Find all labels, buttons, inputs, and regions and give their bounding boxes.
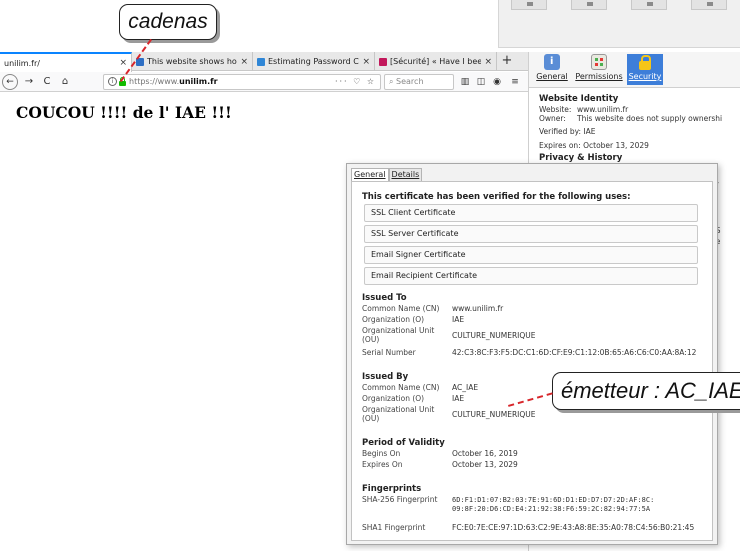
tab-cert-details[interactable]: Details bbox=[388, 168, 423, 181]
info-icon bbox=[544, 54, 560, 70]
privacy-history-title: Privacy & History bbox=[539, 153, 623, 163]
validity-title: Period of Validity bbox=[362, 438, 445, 448]
owner-label: Owner: bbox=[539, 114, 566, 123]
verified-by: Verified by: IAE bbox=[539, 127, 596, 136]
issued-to-cn: www.unilim.fr bbox=[452, 304, 504, 313]
tab-security[interactable]: Security bbox=[627, 54, 663, 85]
issued-by-title: Issued By bbox=[362, 372, 409, 382]
close-icon[interactable]: × bbox=[362, 57, 370, 67]
background-window bbox=[498, 0, 740, 48]
search-placeholder: Search bbox=[396, 77, 424, 86]
close-icon[interactable]: × bbox=[119, 58, 127, 68]
website-value: www.unilim.fr bbox=[577, 105, 629, 114]
expires-on: October 13, 2029 bbox=[452, 460, 518, 469]
field-label: Begins On bbox=[362, 449, 401, 458]
background-button bbox=[631, 0, 667, 10]
owner-value: This website does not supply ownershi bbox=[577, 114, 723, 123]
issuer-callout: émetteur : AC_IAE bbox=[552, 372, 740, 410]
issuer-ou: CULTURE_NUMERIQUE bbox=[452, 410, 536, 419]
website-label: Website: bbox=[539, 105, 572, 114]
tab-general[interactable]: General bbox=[535, 54, 569, 85]
back-button[interactable]: ← bbox=[2, 74, 18, 90]
tab-unilim[interactable]: unilim.fr/ × bbox=[0, 52, 132, 72]
field-label: Expires On bbox=[362, 460, 403, 469]
certificate-viewer-dialog: General Details This certificate has bee… bbox=[346, 163, 718, 545]
usage-ssl-server: SSL Server Certificate bbox=[364, 225, 698, 243]
close-icon[interactable]: × bbox=[484, 57, 492, 67]
background-button bbox=[511, 0, 547, 10]
lock-icon bbox=[637, 54, 653, 70]
verified-uses-title: This certificate has been verified for t… bbox=[362, 192, 631, 202]
close-icon[interactable]: × bbox=[240, 57, 248, 67]
issued-to-org: IAE bbox=[452, 315, 465, 324]
page-actions-icons[interactable]: ··· ♡ ☆ bbox=[335, 75, 376, 89]
field-label: Organizational Unit (OU) bbox=[362, 405, 435, 423]
tab-label: Details bbox=[391, 170, 420, 179]
tab-bar: unilim.fr/ × This website shows how × Es… bbox=[0, 52, 528, 72]
tab-label: General bbox=[536, 72, 568, 81]
background-button bbox=[571, 0, 607, 10]
tab-password-cracking[interactable]: Estimating Password Cra × bbox=[253, 52, 375, 71]
new-tab-button[interactable]: + bbox=[498, 52, 516, 71]
field-label: SHA1 Fingerprint bbox=[362, 523, 426, 532]
field-label: Organization (O) bbox=[362, 315, 425, 324]
background-button bbox=[691, 0, 727, 10]
tab-label: General bbox=[354, 170, 386, 179]
tab-label: unilim.fr/ bbox=[4, 58, 40, 68]
search-input[interactable]: ⌕ Search bbox=[384, 74, 454, 90]
issued-to-ou: CULTURE_NUMERIQUE bbox=[452, 331, 536, 340]
field-label: SHA-256 Fingerprint bbox=[362, 495, 438, 504]
page-heading: COUCOU !!!! de l' IAE !!! bbox=[16, 103, 232, 122]
usage-email-signer: Email Signer Certificate bbox=[364, 246, 698, 264]
url-bar[interactable]: i https://www.unilim.fr ··· ♡ ☆ bbox=[103, 74, 381, 90]
field-label: Common Name (CN) bbox=[362, 304, 440, 313]
website-row: Website: www.unilim.fr bbox=[539, 105, 628, 114]
check-icon bbox=[257, 57, 265, 66]
field-label: Common Name (CN) bbox=[362, 383, 440, 392]
field-label: Organizational Unit (OU) bbox=[362, 326, 435, 344]
tab-label: [Sécurité] « Have I been bbox=[390, 57, 482, 66]
serial-number: 42:C3:8C:F3:F5:DC:C1:6D:CF:E9:C1:12:0B:6… bbox=[452, 348, 697, 357]
tab-permissions[interactable]: Permissions bbox=[575, 54, 623, 85]
reload-button[interactable]: C bbox=[40, 74, 54, 90]
permissions-icon bbox=[591, 54, 607, 70]
tab-cert-general[interactable]: General bbox=[351, 168, 389, 181]
certificate-general-panel: This certificate has been verified for t… bbox=[351, 181, 713, 541]
fingerprints-title: Fingerprints bbox=[362, 484, 422, 494]
tab-label: Security bbox=[628, 72, 662, 81]
menu-icon[interactable]: ≡ bbox=[508, 74, 522, 90]
begins-on: October 16, 2019 bbox=[452, 449, 518, 458]
field-label: Serial Number bbox=[362, 348, 416, 357]
sha256-fingerprint: 6D:F1:D1:07:B2:03:7E:91:6D:D1:ED:D7:D7:2… bbox=[452, 496, 655, 513]
tab-label: Estimating Password Cra bbox=[268, 57, 360, 66]
tab-website-shows[interactable]: This website shows how × bbox=[132, 52, 253, 71]
expires-on: Expires on: October 13, 2029 bbox=[539, 141, 649, 150]
grid-icon bbox=[379, 57, 387, 66]
tab-have-i-been[interactable]: [Sécurité] « Have I been × bbox=[375, 52, 497, 71]
sha1-fingerprint: FC:E0:7E:CE:97:1D:63:C2:9E:43:A8:8E:35:A… bbox=[452, 523, 695, 532]
owner-row: Owner: This website does not supply owner… bbox=[539, 114, 722, 123]
page-info-tabs: General Permissions Security bbox=[529, 52, 740, 88]
lock-callout: cadenas bbox=[119, 4, 217, 40]
account-icon[interactable]: ◉ bbox=[490, 74, 504, 90]
field-label: Organization (O) bbox=[362, 394, 425, 403]
home-button[interactable]: ⌂ bbox=[58, 74, 72, 90]
info-icon[interactable]: i bbox=[108, 77, 117, 86]
sidebar-icon[interactable]: ◫ bbox=[474, 74, 488, 90]
website-identity-title: Website Identity bbox=[539, 94, 619, 104]
forward-button[interactable]: → bbox=[22, 74, 36, 90]
usage-email-recipient: Email Recipient Certificate bbox=[364, 267, 698, 285]
url-protocol: https://www. bbox=[129, 77, 180, 86]
library-icon[interactable]: ▥ bbox=[458, 74, 472, 90]
tab-label: Permissions bbox=[575, 72, 623, 81]
tab-label: This website shows how bbox=[147, 57, 238, 66]
usage-ssl-client: SSL Client Certificate bbox=[364, 204, 698, 222]
issued-to-title: Issued To bbox=[362, 293, 407, 303]
url-host: unilim.fr bbox=[179, 77, 218, 86]
certificate-tabs: General Details bbox=[351, 168, 423, 181]
navigation-toolbar: ← → C ⌂ i https://www.unilim.fr ··· ♡ ☆ ⌕… bbox=[0, 72, 528, 92]
